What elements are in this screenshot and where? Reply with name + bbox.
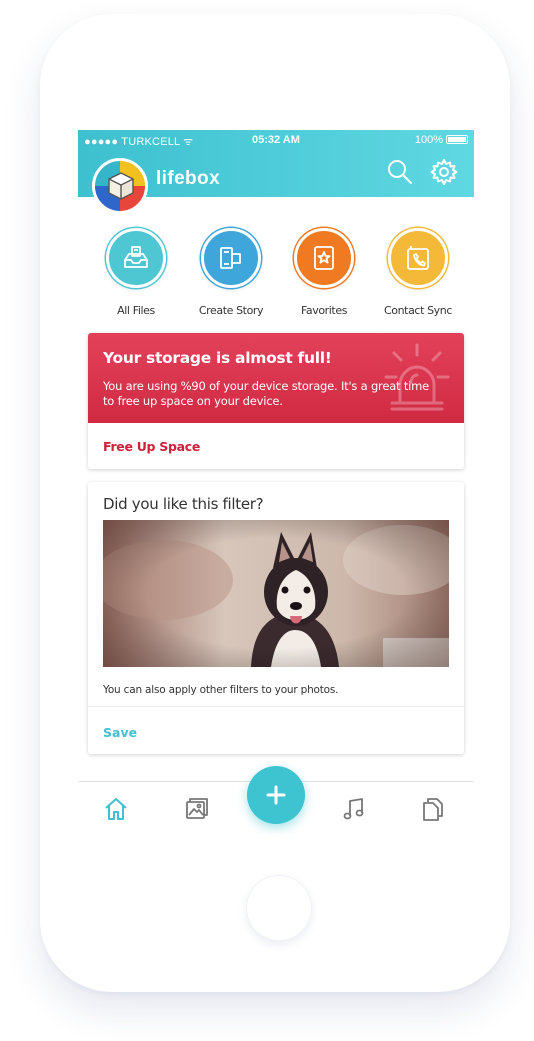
filtered-dog-photo[interactable] <box>103 520 449 667</box>
quick-action-all-files[interactable]: All Files <box>88 228 184 317</box>
filter-card-caption: You can also apply other filters to your… <box>103 684 339 696</box>
app-title: lifebox <box>156 168 221 189</box>
siren-icon <box>384 343 450 411</box>
inbox-icon <box>124 246 148 268</box>
quick-action-favorites[interactable]: Favorites <box>276 228 372 317</box>
lifebox-logo <box>92 158 148 214</box>
clock: 05:32 AM <box>252 134 300 146</box>
save-button[interactable]: Save <box>103 725 137 740</box>
gear-icon[interactable] <box>430 158 458 186</box>
app-screen: ●●●●● TURKCELL ᯤ 05:32 AM 100% lifebox A… <box>78 130 474 834</box>
app-header: ●●●●● TURKCELL ᯤ 05:32 AM 100% lifebox <box>78 130 474 214</box>
film-icon <box>220 247 241 269</box>
storage-alert-banner: Your storage is almost full! You are usi… <box>88 333 464 423</box>
quick-actions: All Files Create Story Favorites Contact… <box>78 228 474 318</box>
documents-icon[interactable] <box>418 794 448 824</box>
all-files-button[interactable] <box>106 228 166 288</box>
favorites-label: Favorites <box>300 304 348 317</box>
card-divider <box>88 706 464 707</box>
storage-alert-title: Your storage is almost full! <box>103 349 332 367</box>
plus-icon <box>266 785 286 805</box>
create-story-label: Create Story <box>198 304 264 317</box>
quick-action-create-story[interactable]: Create Story <box>183 228 279 317</box>
storage-warning-card: Your storage is almost full! You are usi… <box>88 333 464 469</box>
search-icon[interactable] <box>386 158 414 186</box>
battery-percent: 100% <box>414 134 443 146</box>
photos-icon[interactable] <box>182 794 212 824</box>
free-up-space-button[interactable]: Free Up Space <box>103 439 200 454</box>
favorites-button[interactable] <box>294 228 354 288</box>
music-icon[interactable] <box>339 794 369 824</box>
status-bar: ●●●●● TURKCELL ᯤ 05:32 AM 100% <box>84 134 468 148</box>
carrier-label: ●●●●● TURKCELL ᯤ <box>84 136 194 148</box>
home-hardware-button[interactable] <box>247 876 311 940</box>
contact-sync-button[interactable] <box>388 228 448 288</box>
star-bookmark-icon <box>314 246 334 270</box>
battery-icon <box>446 135 468 144</box>
create-story-button[interactable] <box>201 228 261 288</box>
filter-suggestion-card: Did you like this filter? You can also a… <box>88 482 464 754</box>
contact-phone-icon <box>407 246 429 270</box>
add-fab-button[interactable] <box>247 766 305 824</box>
all-files-label: All Files <box>117 304 155 317</box>
cube-icon <box>108 172 134 200</box>
home-icon[interactable] <box>101 794 131 824</box>
contact-sync-label: Contact Sync <box>383 304 452 317</box>
quick-action-contact-sync[interactable]: Contact Sync <box>370 228 466 317</box>
battery-indicator: 100% <box>415 134 468 146</box>
filter-card-title: Did you like this filter? <box>103 495 264 513</box>
